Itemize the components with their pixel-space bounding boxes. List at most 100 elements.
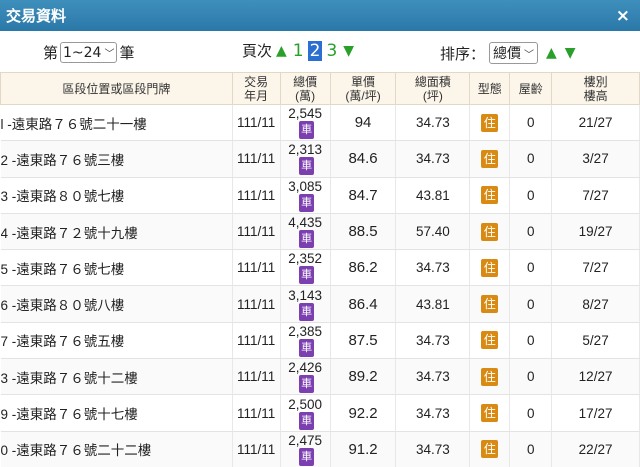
cell-type: 住 xyxy=(469,285,511,323)
cell-floor: 8/27 xyxy=(551,285,640,323)
parking-badge-icon[interactable]: 車 xyxy=(299,447,315,466)
cell-address: l -遠東路７６號二十一樓 xyxy=(0,104,233,142)
record-range-value: 1~24 xyxy=(63,44,102,61)
table-row[interactable]: 3 -遠東路８０號七樓 111/11 3,085車 84.7 43.81 住 0 7/27 xyxy=(0,177,640,214)
cell-total-price: 3,085車 xyxy=(280,177,331,214)
cell-floor: 7/27 xyxy=(551,249,640,287)
table-header-row: 區段位置或區段門牌 交易 年月 總價 (萬) 單價 (萬/坪) 總面積 (坪) 型態 屋… xyxy=(0,72,640,105)
cell-area: 34.73 xyxy=(395,104,471,142)
header-date[interactable]: 交易 年月 xyxy=(231,72,281,105)
residential-badge-icon: 住 xyxy=(481,331,499,350)
parking-badge-icon[interactable]: 車 xyxy=(299,411,315,430)
cell-date: 111/11 xyxy=(232,322,281,360)
page-link-1[interactable]: 1 xyxy=(293,41,304,61)
total-price-value: 3,143 xyxy=(288,287,323,303)
cell-floor: 5/27 xyxy=(551,322,640,360)
chevron-down-icon: ﹀ xyxy=(524,49,535,61)
cell-area: 34.73 xyxy=(395,431,471,467)
record-range-select[interactable]: 1~24 ﹀ xyxy=(60,42,118,63)
residential-badge-icon: 住 xyxy=(481,113,499,132)
previous-page-icon[interactable]: ▲ xyxy=(276,43,287,59)
cell-unit-price: 86.4 xyxy=(330,285,397,323)
table-row[interactable]: 0 -遠東路７６號二十二樓 111/11 2,475車 91.2 34.73 住 0 22/2… xyxy=(0,431,640,467)
cell-address: 5 -遠東路７６號七樓 xyxy=(0,249,233,287)
table-row[interactable]: 2 -遠東路７６號三樓 111/11 2,313車 84.6 34.73 住 0 3/27 xyxy=(0,140,640,178)
cell-area: 34.73 xyxy=(395,140,471,178)
header-unit-price[interactable]: 單價 (萬/坪) xyxy=(329,72,397,105)
transaction-table: 區段位置或區段門牌 交易 年月 總價 (萬) 單價 (萬/坪) 總面積 (坪) 型態 屋… xyxy=(0,72,640,467)
table-row[interactable]: 9 -遠東路７６號十七樓 111/11 2,500車 92.2 34.73 住 0 17/27 xyxy=(0,394,640,432)
cell-area: 34.73 xyxy=(395,322,471,360)
parking-badge-icon[interactable]: 車 xyxy=(299,230,315,249)
cell-age: 0 xyxy=(509,285,553,323)
total-price-value: 2,426 xyxy=(288,360,323,376)
page-link-3[interactable]: 3 xyxy=(326,41,337,61)
toolbar: 第 1~24 ﹀ 筆 頁次 ▲ 1 2 3 ▼ 排序： 總價 ﹀ ▲ ▼ xyxy=(0,31,640,72)
pagination: 頁次 ▲ 1 2 3 ▼ xyxy=(242,40,358,61)
cell-total-price: 3,143車 xyxy=(280,285,331,323)
cell-address: 4 -遠東路７２號十九樓 xyxy=(0,213,233,251)
cell-address: 2 -遠東路７６號三樓 xyxy=(0,140,233,178)
cell-total-price: 2,500車 xyxy=(280,394,331,432)
parking-badge-icon[interactable]: 車 xyxy=(299,193,315,212)
cell-age: 0 xyxy=(509,394,553,432)
total-price-value: 2,352 xyxy=(288,251,323,267)
cell-age: 0 xyxy=(509,213,553,251)
next-page-icon[interactable]: ▼ xyxy=(343,43,354,59)
parking-badge-icon[interactable]: 車 xyxy=(299,121,315,140)
total-price-value: 2,500 xyxy=(288,396,323,412)
residential-badge-icon: 住 xyxy=(481,222,499,241)
residential-badge-icon: 住 xyxy=(481,258,499,277)
cell-area: 57.40 xyxy=(395,213,471,251)
cell-type: 住 xyxy=(469,431,511,467)
parking-badge-icon[interactable]: 車 xyxy=(299,375,315,394)
residential-badge-icon: 住 xyxy=(481,295,499,314)
cell-total-price: 4,435車 xyxy=(280,213,331,251)
header-area[interactable]: 總面積 (坪) xyxy=(395,72,471,105)
cell-unit-price: 88.5 xyxy=(330,213,397,251)
parking-badge-icon[interactable]: 車 xyxy=(299,302,315,321)
cell-type: 住 xyxy=(469,249,511,287)
sort-select[interactable]: 總價 ﹀ xyxy=(489,42,539,64)
table-row[interactable]: 3 -遠東路７６號十二樓 111/11 2,426車 89.2 34.73 住 0 12/27 xyxy=(0,358,640,396)
header-age[interactable]: 屋齡 xyxy=(509,72,553,105)
cell-unit-price: 94 xyxy=(330,104,397,142)
table-row[interactable]: 7 -遠東路７６號五樓 111/11 2,385車 87.5 34.73 住 0 5/27 xyxy=(0,322,640,360)
header-floor[interactable]: 樓別 樓高 xyxy=(551,72,640,105)
residential-badge-icon: 住 xyxy=(481,149,499,168)
cell-address: 3 -遠東路８０號七樓 xyxy=(0,177,233,214)
header-address[interactable]: 區段位置或區段門牌 xyxy=(0,72,233,105)
cell-date: 111/11 xyxy=(232,358,281,396)
table-row[interactable]: 4 -遠東路７２號十九樓 111/11 4,435車 88.5 57.40 住 0 19/27 xyxy=(0,213,640,251)
total-price-value: 2,475 xyxy=(288,432,323,448)
page-suffix: 筆 xyxy=(119,44,135,62)
header-total-price[interactable]: 總價 (萬) xyxy=(279,72,331,105)
sort-descending-icon[interactable]: ▼ xyxy=(565,45,576,61)
close-icon[interactable]: × xyxy=(616,6,630,26)
cell-age: 0 xyxy=(509,104,553,142)
cell-address: 7 -遠東路７６號五樓 xyxy=(0,322,233,360)
table-row[interactable]: l -遠東路７６號二十一樓 111/11 2,545車 94 34.73 住 0 21/27 xyxy=(0,104,640,142)
cell-unit-price: 91.2 xyxy=(330,431,397,467)
cell-area: 34.73 xyxy=(395,394,471,432)
table-row[interactable]: 5 -遠東路７６號七樓 111/11 2,352車 86.2 34.73 住 0 7/27 xyxy=(0,249,640,287)
cell-date: 111/11 xyxy=(232,394,281,432)
header-type[interactable]: 型態 xyxy=(469,72,511,105)
table-row[interactable]: 6 -遠東路８０號八樓 111/11 3,143車 86.4 43.81 住 0 8/27 xyxy=(0,285,640,323)
cell-address: 0 -遠東路７６號二十二樓 xyxy=(0,431,233,467)
cell-age: 0 xyxy=(509,140,553,178)
cell-area: 34.73 xyxy=(395,358,471,396)
cell-type: 住 xyxy=(469,213,511,251)
parking-badge-icon[interactable]: 車 xyxy=(299,338,315,357)
window-title-bar: 交易資料 × xyxy=(0,0,640,31)
cell-date: 111/11 xyxy=(232,249,281,287)
sort-control: 排序： 總價 ﹀ ▲ ▼ xyxy=(440,42,580,64)
parking-badge-icon[interactable]: 車 xyxy=(299,157,315,176)
cell-address: 6 -遠東路８０號八樓 xyxy=(0,285,233,323)
parking-badge-icon[interactable]: 車 xyxy=(299,266,315,285)
cell-floor: 12/27 xyxy=(551,358,640,396)
sort-ascending-icon[interactable]: ▲ xyxy=(546,45,557,61)
cell-total-price: 2,313車 xyxy=(280,140,331,178)
page-link-2[interactable]: 2 xyxy=(307,40,323,61)
cell-type: 住 xyxy=(469,177,511,214)
